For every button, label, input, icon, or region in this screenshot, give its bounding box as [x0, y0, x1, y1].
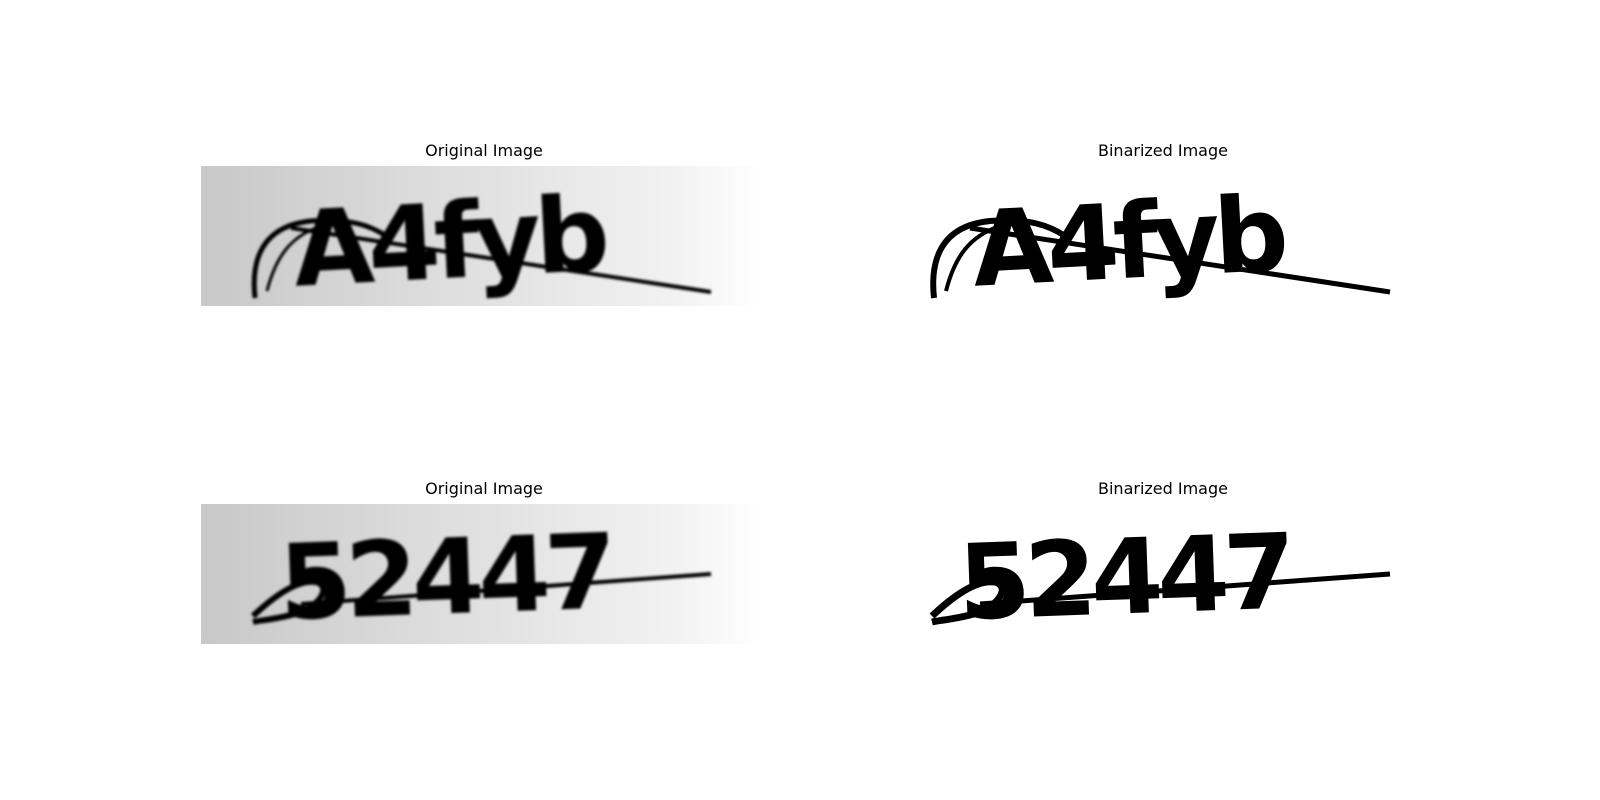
- captcha-original-svg-2: 52447: [250, 511, 712, 644]
- captcha-binarized-svg-2: 52447: [929, 511, 1391, 644]
- panel-title-binarized-2: Binarized Image: [1098, 479, 1228, 498]
- panel-title-original-1: Original Image: [425, 141, 543, 160]
- captcha-binarized-svg-1: A4fyb: [930, 173, 1391, 306]
- captcha-binarized-image-2: 52447: [880, 504, 1440, 644]
- captcha-text-original-1: A4fyb: [290, 173, 608, 306]
- captcha-text-original-2: 52447: [277, 511, 613, 644]
- captcha-text-binarized-1: A4fyb: [969, 173, 1287, 306]
- panel-title-binarized-1: Binarized Image: [1098, 141, 1228, 160]
- panel-title-original-2: Original Image: [425, 479, 543, 498]
- captcha-original-svg-1: A4fyb: [251, 173, 712, 306]
- captcha-original-image-1: A4fyb: [201, 166, 761, 306]
- captcha-original-image-2: 52447: [201, 504, 761, 644]
- captcha-text-binarized-2: 52447: [956, 511, 1292, 644]
- captcha-binarized-image-1: A4fyb: [880, 166, 1440, 306]
